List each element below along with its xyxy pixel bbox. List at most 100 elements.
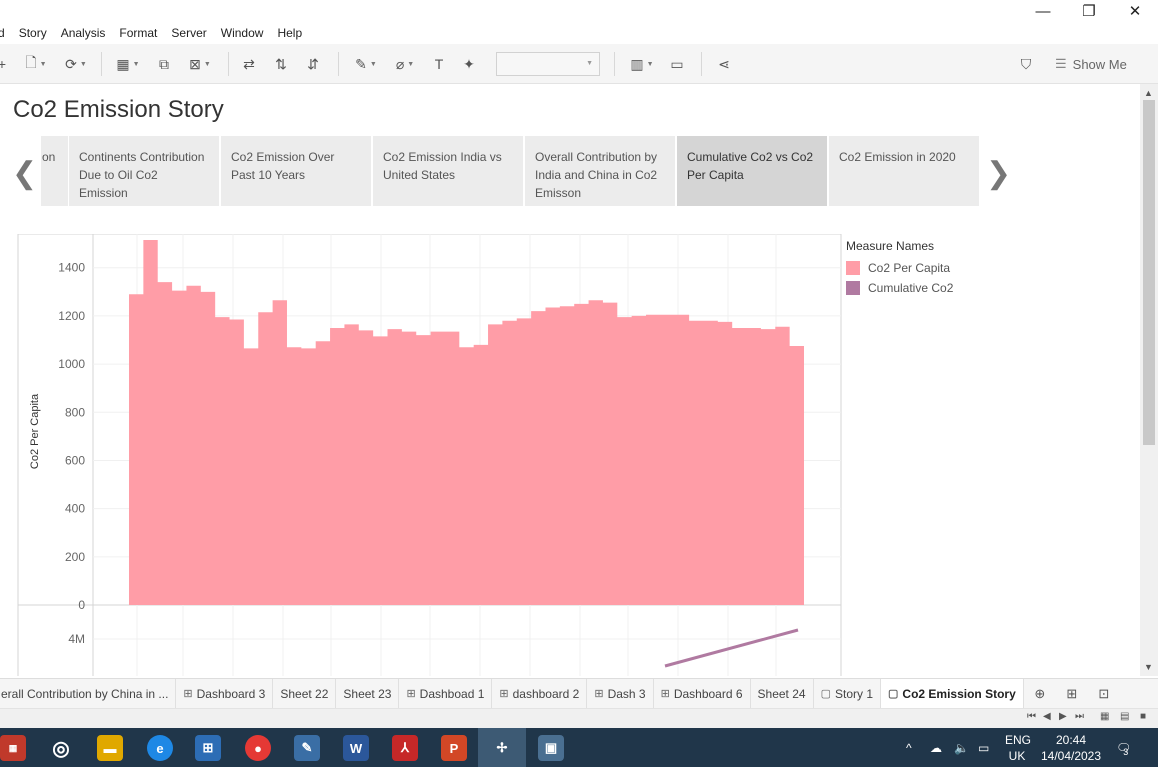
share-icon[interactable]: ⋖: [713, 54, 735, 74]
sheet-tab[interactable]: Sheet 23: [336, 679, 400, 708]
notifications-icon[interactable]: 🗨 3: [1116, 728, 1131, 767]
y-tick-label: 400: [65, 502, 85, 516]
new-datasource-icon[interactable]: +: [0, 54, 8, 74]
dashboard-tab[interactable]: ⊞ Dashboard 3: [176, 679, 274, 708]
legend-item[interactable]: Cumulative Co2: [846, 278, 1006, 298]
dashboard-tab[interactable]: ⊞ dashboard 2: [492, 679, 588, 708]
scroll-down-icon[interactable]: ▼: [1144, 662, 1153, 672]
tab-label: Co2 Emission Story: [902, 686, 1016, 701]
sheet-sorter-icon[interactable]: ▦: [1100, 711, 1109, 722]
close-button[interactable]: ✕: [1112, 0, 1158, 22]
co2-per-capita-area: [129, 240, 804, 606]
y-tick-label: 1400: [58, 261, 85, 275]
menu-item-window[interactable]: Window: [221, 26, 264, 40]
minimize-button[interactable]: —: [1020, 0, 1066, 22]
windows-taskbar: ▦ ◎ ▬ e ⊞ ● ✎ W ⅄ P ✢ ▣ ^ ☁ 🔈 ▭ ENG UK 2…: [0, 728, 1158, 767]
dashboard-icon: ⊞: [660, 688, 670, 700]
story-point[interactable]: Overall Contribution by India and China …: [525, 136, 675, 206]
remote-desktop-icon[interactable]: ▣: [538, 735, 564, 761]
clear-sheet-icon[interactable]: ⊠ ▼: [182, 54, 218, 74]
refresh-icon[interactable]: ⟳ ▼: [58, 54, 94, 74]
tab-label: Dashboad 1: [419, 686, 485, 701]
story-point[interactable]: Co2 Emission Over Past 10 Years: [221, 136, 371, 206]
previous-point-arrow-icon[interactable]: ❮: [12, 156, 37, 191]
edge-browser-icon[interactable]: e: [147, 735, 173, 761]
legend-swatch: [846, 281, 860, 295]
menu-item-story[interactable]: Story: [19, 26, 47, 40]
tableau-taskbar-icon[interactable]: ✢: [478, 728, 526, 767]
story-point[interactable]: Continents Contribution Due to Oil Co2 E…: [69, 136, 219, 206]
powerpoint-icon[interactable]: P: [441, 735, 467, 761]
settings-app-icon[interactable]: ◎: [48, 735, 74, 761]
story-tab[interactable]: ▢ Story 1: [814, 679, 881, 708]
new-worksheet-icon[interactable]: ▦ ▼: [110, 54, 146, 74]
story-point[interactable]: Co2 Emission in 2020: [829, 136, 979, 206]
presentation-icon[interactable]: ▭: [666, 54, 688, 74]
menu-item-analysis[interactable]: Analysis: [61, 26, 106, 40]
dashboard-icon: ⊞: [499, 688, 509, 700]
new-worksheet-tab-icon[interactable]: ⊕: [1024, 686, 1056, 702]
legend-swatch: [846, 261, 860, 275]
highlight-icon[interactable]: ✎ ▼: [350, 54, 382, 74]
store-icon[interactable]: ⊞: [195, 735, 221, 761]
dashboard-tab[interactable]: ⊞ Dashboard 6: [654, 679, 751, 708]
vertical-scrollbar[interactable]: ▲ ▼: [1140, 84, 1158, 676]
sheet-tab[interactable]: erall Contribution by China in ...: [0, 679, 177, 708]
text-label-icon[interactable]: T: [428, 54, 450, 74]
menu-item-help[interactable]: Help: [277, 26, 302, 40]
next-sheet-icon[interactable]: ▶: [1059, 711, 1067, 722]
story-navigator: on Continents Contribution Due to Oil Co…: [41, 136, 979, 206]
tab-label: Dashboard 3: [196, 686, 266, 701]
attach-icon[interactable]: ⌀ ▼: [388, 54, 422, 74]
sort-descending-icon[interactable]: ⇵: [302, 54, 324, 74]
scrollbar-thumb[interactable]: [1143, 100, 1155, 445]
next-point-arrow-icon[interactable]: ❯: [986, 156, 1011, 191]
chrome-icon[interactable]: ●: [245, 735, 271, 761]
menu-item-format[interactable]: Format: [119, 26, 157, 40]
last-sheet-icon[interactable]: ⏭: [1075, 711, 1084, 722]
dashboard-tab[interactable]: ⊞ Dash 3: [587, 679, 654, 708]
legend-label: Cumulative Co2: [868, 281, 954, 295]
story-tab-active[interactable]: ▢ Co2 Emission Story: [881, 679, 1024, 708]
system-clock[interactable]: 20:44 14/04/2023: [1040, 732, 1102, 764]
network-icon[interactable]: ☁: [930, 728, 942, 767]
story-point-active[interactable]: Cumulative Co2 vs Co2 Per Capita: [677, 136, 827, 206]
swap-icon[interactable]: ⇄: [238, 54, 260, 74]
filmstrip-icon[interactable]: ▤: [1120, 711, 1129, 722]
tray-chevron-icon[interactable]: ^: [906, 728, 912, 767]
language-indicator[interactable]: ENG UK: [1005, 732, 1031, 764]
notes-app-icon[interactable]: ✎: [294, 735, 320, 761]
menu-item-dashboard[interactable]: d: [0, 26, 5, 40]
calendar-app-icon[interactable]: ▦: [0, 735, 26, 761]
legend-item[interactable]: Co2 Per Capita: [846, 258, 1006, 278]
fit-dropdown[interactable]: ▼: [496, 52, 600, 76]
sheet-tab[interactable]: Sheet 22: [273, 679, 337, 708]
story-point[interactable]: Co2 Emission India vs United States: [373, 136, 523, 206]
new-dashboard-tab-icon[interactable]: ⊞: [1056, 686, 1088, 702]
pin-icon[interactable]: ✦: [458, 54, 480, 74]
first-sheet-icon[interactable]: ⏮: [1027, 711, 1036, 722]
sort-ascending-icon[interactable]: ⇅: [270, 54, 292, 74]
volume-icon[interactable]: 🔈: [954, 728, 969, 767]
tabs-view-icon[interactable]: ■: [1140, 711, 1146, 722]
paint-roller-icon[interactable]: ⛉: [1015, 54, 1037, 74]
chart-type-icon[interactable]: ▥ ▼: [624, 54, 660, 74]
file-explorer-icon[interactable]: ▬: [97, 735, 123, 761]
word-icon[interactable]: W: [343, 735, 369, 761]
duplicate-sheet-icon[interactable]: ⧉: [152, 54, 176, 74]
sheet-tab[interactable]: Sheet 24: [751, 679, 814, 708]
new-story-tab-icon[interactable]: ⊡: [1088, 686, 1120, 702]
tab-label: Dashboard 6: [673, 686, 743, 701]
previous-sheet-icon[interactable]: ◀: [1043, 711, 1051, 722]
scroll-up-icon[interactable]: ▲: [1144, 88, 1153, 98]
dashboard-tab[interactable]: ⊞ Dashboad 1: [399, 679, 493, 708]
show-me-label: Show Me: [1072, 56, 1127, 72]
datasource-icon[interactable]: 🗋 ▼: [20, 54, 52, 74]
dashboard-icon: ⊞: [594, 688, 604, 700]
maximize-button[interactable]: ❐: [1066, 0, 1112, 22]
show-me-button[interactable]: ☰ Show Me: [1055, 56, 1127, 72]
story-point[interactable]: on: [41, 136, 68, 206]
acrobat-icon[interactable]: ⅄: [392, 735, 418, 761]
display-icon[interactable]: ▭: [978, 728, 989, 767]
menu-item-server[interactable]: Server: [171, 26, 206, 40]
